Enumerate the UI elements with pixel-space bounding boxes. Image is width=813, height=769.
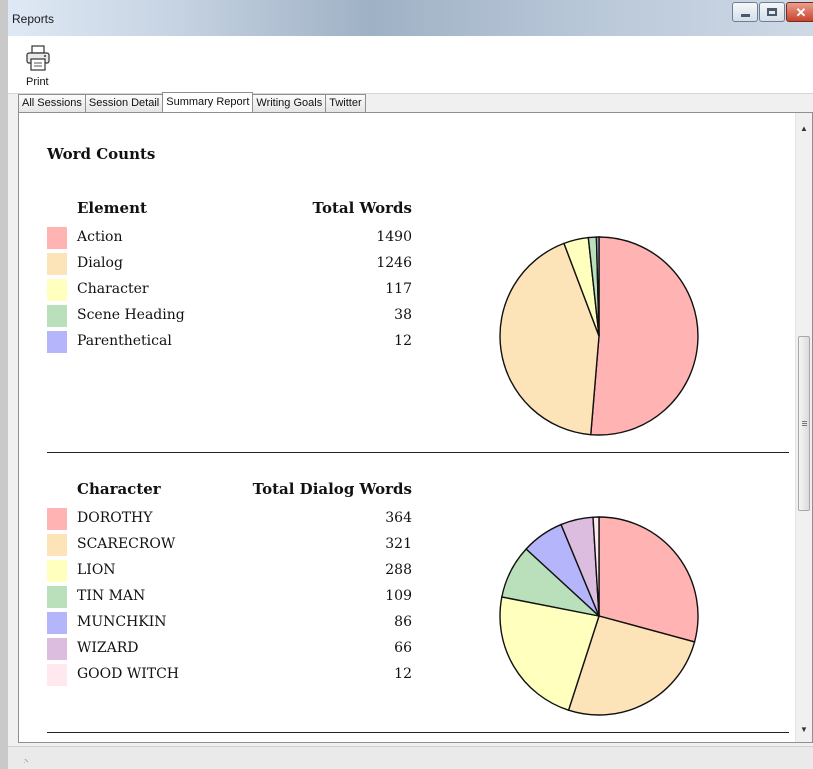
maximize-icon xyxy=(767,8,777,16)
summary-report-panel: Word Counts Element Total Words Action 14… xyxy=(18,112,813,743)
row-value: 12 xyxy=(394,333,412,349)
legend-swatch xyxy=(47,508,67,530)
row-value: 1246 xyxy=(376,255,412,271)
element-column-header: Element xyxy=(77,199,147,217)
report-tabs: All Sessions Session Detail Summary Repo… xyxy=(18,92,366,112)
table-row: LION 288 xyxy=(47,560,427,586)
tab-summary-report[interactable]: Summary Report xyxy=(162,92,254,112)
legend-swatch xyxy=(47,612,67,634)
resize-grip-icon[interactable] xyxy=(24,759,28,763)
legend-swatch xyxy=(47,253,67,275)
legend-swatch xyxy=(47,534,67,556)
legend-swatch xyxy=(47,331,67,353)
row-label: TIN MAN xyxy=(77,588,146,604)
vertical-scrollbar[interactable]: ▲ ▼ xyxy=(795,113,812,742)
scroll-thumb[interactable] xyxy=(798,336,810,511)
pie-slice-action xyxy=(590,236,699,436)
row-value: 38 xyxy=(394,307,412,323)
legend-swatch xyxy=(47,227,67,249)
close-icon: ✕ xyxy=(795,4,807,20)
section-divider-bottom xyxy=(47,732,789,733)
scroll-up-icon[interactable]: ▲ xyxy=(800,124,808,133)
characters-pie-chart xyxy=(499,516,699,716)
section-divider xyxy=(47,452,789,453)
minimize-icon xyxy=(740,13,750,17)
tab-session-detail[interactable]: Session Detail xyxy=(84,94,164,112)
row-value: 117 xyxy=(385,281,412,297)
row-label: WIZARD xyxy=(77,640,139,656)
row-label: MUNCHKIN xyxy=(77,614,167,630)
minimize-button[interactable] xyxy=(732,2,758,22)
report-title: Word Counts xyxy=(47,145,156,163)
table-row: Scene Heading 38 xyxy=(47,305,427,331)
legend-swatch xyxy=(47,279,67,301)
reports-window: Reports ✕ Print All Sessions Session Det… xyxy=(0,0,813,769)
table-row: Character 117 xyxy=(47,279,427,305)
report-content: Word Counts Element Total Words Action 14… xyxy=(19,113,796,742)
legend-swatch xyxy=(47,586,67,608)
tab-twitter[interactable]: Twitter xyxy=(325,94,366,112)
row-value: 12 xyxy=(394,666,412,682)
window-title: Reports xyxy=(12,12,55,26)
row-label: Character xyxy=(77,281,149,297)
total-words-column-header: Total Words xyxy=(312,199,412,217)
row-label: Parenthetical xyxy=(77,333,172,349)
row-label: Action xyxy=(77,229,123,245)
maximize-button[interactable] xyxy=(759,2,785,22)
grip-icon xyxy=(802,421,807,427)
row-value: 66 xyxy=(394,640,412,656)
row-value: 288 xyxy=(385,562,412,578)
row-label: Scene Heading xyxy=(77,307,185,323)
row-value: 86 xyxy=(394,614,412,630)
row-label: DOROTHY xyxy=(77,510,153,526)
row-label: SCARECROW xyxy=(77,536,176,552)
print-button[interactable]: Print xyxy=(22,45,62,91)
legend-swatch xyxy=(47,560,67,582)
row-label: LION xyxy=(77,562,116,578)
table-row: Dialog 1246 xyxy=(47,253,427,279)
close-button[interactable]: ✕ xyxy=(786,2,813,22)
table-row: WIZARD 66 xyxy=(47,638,427,664)
tab-writing-goals[interactable]: Writing Goals xyxy=(252,94,327,112)
row-label: Dialog xyxy=(77,255,123,271)
printer-icon xyxy=(26,45,50,71)
row-value: 321 xyxy=(385,536,412,552)
tab-all-sessions[interactable]: All Sessions xyxy=(18,94,86,112)
row-value: 1490 xyxy=(376,229,412,245)
legend-swatch xyxy=(47,638,67,660)
table-row: TIN MAN 109 xyxy=(47,586,427,612)
row-value: 364 xyxy=(385,510,412,526)
table-row: GOOD WITCH 12 xyxy=(47,664,427,690)
legend-swatch xyxy=(47,305,67,327)
table-row: Parenthetical 12 xyxy=(47,331,427,357)
print-label: Print xyxy=(26,76,49,88)
title-bar[interactable]: Reports ✕ xyxy=(8,0,813,36)
character-column-header: Character xyxy=(77,480,161,498)
table-row: SCARECROW 321 xyxy=(47,534,427,560)
table-row: DOROTHY 364 xyxy=(47,508,427,534)
status-bar xyxy=(8,746,813,769)
total-dialog-words-column-header: Total Dialog Words xyxy=(252,480,412,498)
table-row: MUNCHKIN 86 xyxy=(47,612,427,638)
elements-pie-chart xyxy=(499,236,699,436)
row-value: 109 xyxy=(385,588,412,604)
scroll-down-icon[interactable]: ▼ xyxy=(800,725,808,734)
table-row: Action 1490 xyxy=(47,227,427,253)
toolbar: Print xyxy=(8,36,813,94)
legend-swatch xyxy=(47,664,67,686)
row-label: GOOD WITCH xyxy=(77,666,179,682)
